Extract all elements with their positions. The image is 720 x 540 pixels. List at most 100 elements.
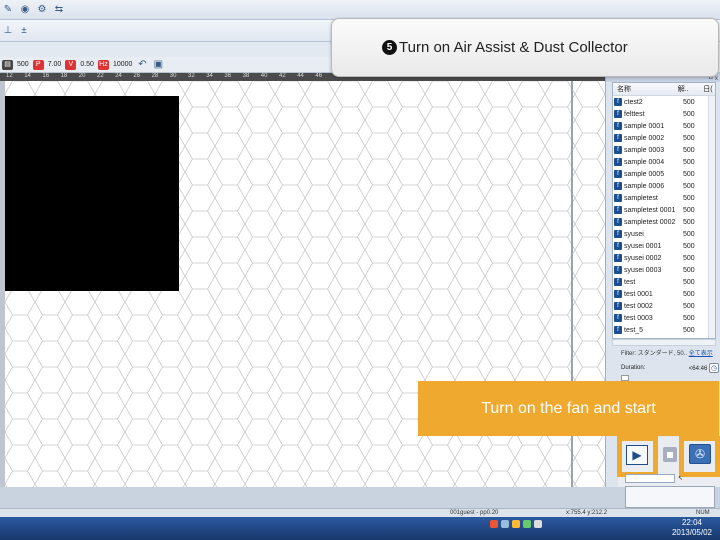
ruler-tick: 12: [6, 73, 13, 79]
speed-icon[interactable]: ▤: [2, 59, 13, 70]
column-resolution[interactable]: 解..: [678, 83, 703, 95]
list-item[interactable]: f test_5 500: [613, 324, 715, 336]
list-item[interactable]: f syusei 0002 500: [613, 252, 715, 264]
list-item[interactable]: f test 0002 500: [613, 300, 715, 312]
list-item-value: 500: [683, 182, 695, 190]
taskbar-clock[interactable]: 22:04 2013/05/02: [672, 518, 712, 538]
main-toolbar: ✎ ◉ ⚙ ⇆: [0, 0, 720, 20]
spin-field[interactable]: [625, 486, 715, 508]
list-item[interactable]: f sampletest 0002 500: [613, 216, 715, 228]
list-item-name: syusei: [624, 230, 644, 238]
ruler-tick: 14: [24, 73, 31, 79]
list-item[interactable]: f sample 0006 500: [613, 180, 715, 192]
list-item[interactable]: f sampletest 0001 500: [613, 204, 715, 216]
list-item-name-cell: f sample 0002: [613, 134, 683, 142]
list-header: 名称 解.. 日(: [613, 83, 715, 96]
list-item[interactable]: f sample 0001 500: [613, 120, 715, 132]
list-hscrollbar[interactable]: [612, 339, 716, 346]
status-bar: 001guest - pp0.20 x:755.4 y:212.2 NUM: [0, 508, 720, 517]
list-item[interactable]: f test 500: [613, 276, 715, 288]
ruler-tick: 20: [78, 73, 86, 79]
list-item-name-cell: f syusei: [613, 230, 683, 238]
show-all-link[interactable]: 全て表示: [689, 351, 713, 357]
list-item[interactable]: f syusei 0001 500: [613, 240, 715, 252]
clock-icon[interactable]: ◷: [709, 363, 719, 373]
file-icon: f: [614, 194, 622, 202]
gear-icon[interactable]: ⚙: [36, 4, 48, 16]
file-icon: f: [614, 230, 622, 238]
frequency-value[interactable]: 10000: [113, 61, 132, 68]
list-item-name: test_5: [624, 326, 644, 334]
list-item[interactable]: f test 0001 500: [613, 288, 715, 300]
duration-row: Duration: <64:46 ◷: [621, 363, 719, 373]
duration-label: Duration:: [621, 365, 646, 371]
undo-icon[interactable]: ↶: [136, 59, 148, 71]
list-item-value: 500: [683, 254, 695, 262]
clock-time: 22:04: [681, 518, 702, 527]
stop-icon: [667, 451, 673, 458]
network-icon[interactable]: [523, 520, 531, 528]
list-item-name-cell: f test 0002: [613, 302, 683, 310]
status-user: 001guest - pp0.20: [450, 510, 499, 516]
system-tray: [490, 520, 542, 528]
clock-date: 2013/05/02: [671, 528, 712, 537]
file-icon: f: [614, 206, 622, 214]
list-item-name: sample 0006: [624, 182, 665, 190]
engrave-object[interactable]: [5, 96, 179, 291]
list-item[interactable]: f felttest 500: [613, 108, 715, 120]
ruler-tick: 28: [151, 73, 159, 79]
file-icon: f: [614, 218, 622, 226]
list-item-name-cell: f ctest2: [613, 98, 683, 106]
list-item[interactable]: f sample 0002 500: [613, 132, 715, 144]
frequency-icon: Hz: [97, 59, 109, 70]
list-item-name-cell: f test 0003: [613, 314, 683, 322]
list-item-name-cell: f sample 0004: [613, 158, 683, 166]
power-badge: P: [32, 59, 44, 70]
tray-app-icon[interactable]: [512, 520, 520, 528]
list-item[interactable]: f sample 0005 500: [613, 168, 715, 180]
column-name[interactable]: 名称: [613, 83, 678, 95]
eye-icon[interactable]: ◉: [19, 4, 31, 16]
power-value[interactable]: 7.00: [48, 61, 62, 68]
list-item-value: 500: [683, 218, 695, 226]
list-item-name-cell: f sample 0005: [613, 170, 683, 178]
column-date[interactable]: 日(: [703, 83, 715, 95]
list-item-name-cell: f sampletest 0002: [613, 218, 683, 226]
list-item-name: syusei 0003: [624, 266, 662, 274]
save-icon[interactable]: ▣: [152, 59, 164, 71]
velocity-badge: V: [65, 59, 77, 70]
distribute-icon[interactable]: ±: [18, 25, 30, 37]
list-item[interactable]: f sampletest 500: [613, 192, 715, 204]
arrows-icon[interactable]: ⇆: [53, 4, 65, 16]
step-text: Turn on Air Assist & Dust Collector: [399, 39, 628, 56]
list-item-name: sampletest 0001: [624, 206, 676, 214]
step-number: 5: [382, 40, 397, 55]
list-item-value: 500: [683, 206, 695, 214]
ruler-tick: 32: [188, 73, 195, 79]
ime-icon[interactable]: [501, 520, 509, 528]
pen-icon[interactable]: ✎: [2, 4, 14, 16]
volume-icon[interactable]: [534, 520, 542, 528]
file-icon: f: [614, 134, 622, 142]
list-item-value: 500: [683, 242, 695, 250]
list-item[interactable]: f test 0003 500: [613, 312, 715, 324]
list-item[interactable]: f ctest2 500: [613, 96, 715, 108]
list-item[interactable]: f sample 0004 500: [613, 156, 715, 168]
list-item-value: 500: [683, 290, 695, 298]
list-item[interactable]: f syusei 500: [613, 228, 715, 240]
stop-button[interactable]: [663, 447, 677, 462]
ppi-value[interactable]: 0.50: [80, 61, 94, 68]
repeat-input[interactable]: [625, 473, 675, 483]
list-item-name: sample 0004: [624, 158, 665, 166]
align-icon[interactable]: ⊥: [2, 25, 14, 37]
list-item[interactable]: f syusei 0003 500: [613, 264, 715, 276]
list-item[interactable]: f sample 0003 500: [613, 144, 715, 156]
list-scrollbar[interactable]: [708, 96, 715, 338]
list-item-name-cell: f test: [613, 278, 683, 286]
instruction-callout: 5 Turn on Air Assist & Dust Collector: [331, 18, 719, 77]
list-item-value: 500: [683, 194, 695, 202]
flag-icon[interactable]: [490, 520, 498, 528]
ruler-tick: 22: [97, 73, 104, 79]
speed-value[interactable]: 500: [17, 61, 29, 68]
file-icon: f: [614, 110, 622, 118]
